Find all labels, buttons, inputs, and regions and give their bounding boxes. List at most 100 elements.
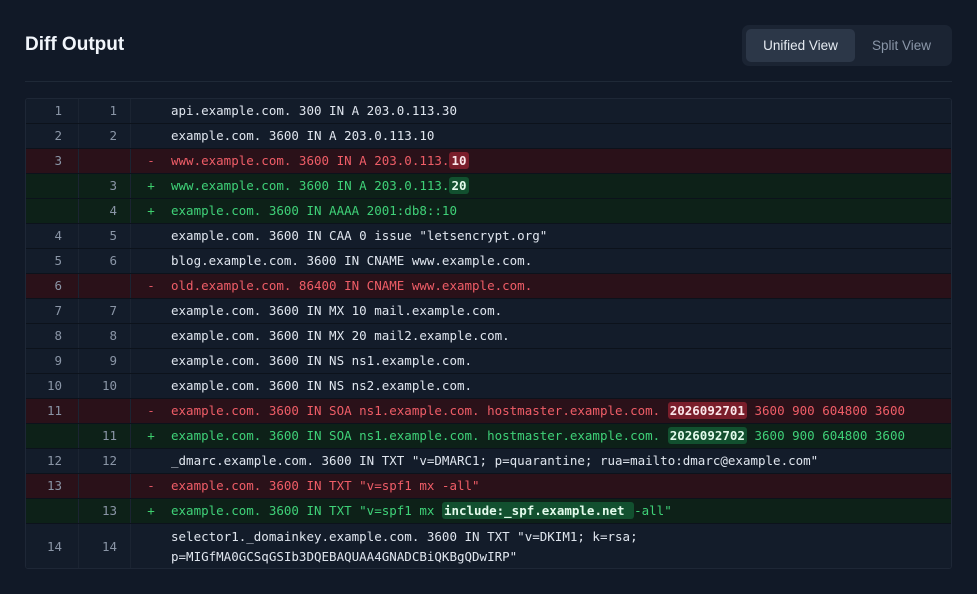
line-text: api.example.com. 300 IN A 203.0.113.30 — [171, 103, 457, 118]
new-line-number — [78, 274, 117, 298]
new-line-number: 5 — [109, 228, 117, 243]
diff-row-context: 10 10 example.com. 3600 IN NS ns2.example.… — [26, 374, 951, 399]
diff-line-text: www.example.com. 3600 IN A 203.0.113. 10 — [171, 149, 469, 173]
old-line-number: 7 — [54, 303, 62, 318]
diff-row-removed: 6 - old.example.com. 86400 IN CNAME www.ex… — [26, 274, 951, 299]
new-line-number: 7 — [109, 303, 117, 318]
diff-row-removed: 13 - example.com. 3600 IN TXT "v=spf1 mx -… — [26, 474, 951, 499]
line-text: example.com. 3600 IN NS ns1.example.com. — [171, 353, 473, 368]
diff-line-text: _dmarc.example.com. 3600 IN TXT "v=DMARC… — [171, 449, 818, 473]
diff-row-removed: 3 - www.example.com. 3600 IN A 203.0.113. 1… — [26, 149, 951, 174]
old-line-number: 3 — [54, 153, 62, 168]
gutter-divider — [130, 224, 131, 248]
old-line-number: 2 — [54, 128, 62, 143]
diff-line-text: example.com. 3600 IN NS ns1.example.com. — [171, 349, 472, 373]
old-line-number: 11 — [46, 403, 62, 418]
diff-row-added: 13 + example.com. 3600 IN TXT "v=spf1 mx i… — [26, 499, 951, 524]
diff-line-text: selector1._domainkey.example.com. 3600 I… — [171, 527, 941, 567]
gutter-divider — [130, 399, 131, 423]
removed-word-highlight: 10 — [449, 152, 469, 169]
removed-marker: - — [147, 403, 155, 418]
old-line-number — [26, 499, 62, 523]
panel-header: Diff Output Unified View Split View — [0, 0, 977, 82]
gutter-divider — [130, 124, 131, 148]
diff-row-context: 14 14 selector1._domainkey.example.com. 36… — [26, 524, 951, 568]
view-toggle: Unified View Split View — [742, 25, 952, 66]
added-marker: + — [147, 503, 155, 518]
new-line-number: 13 — [101, 503, 117, 518]
line-text: example.com. 3600 IN MX 10 mail.example.… — [171, 303, 503, 318]
unified-view-button[interactable]: Unified View — [746, 29, 855, 62]
gutter-divider — [130, 449, 131, 473]
added-marker: + — [147, 203, 155, 218]
diff-line-text: example.com. 3600 IN CAA 0 issue "letsen… — [171, 224, 547, 248]
line-text: example.com. 3600 IN TXT "v=spf1 mx — [171, 503, 442, 518]
line-text: example.com. 3600 IN TXT "v=spf1 mx -all… — [171, 478, 480, 493]
line-text-tail: 3600 900 604800 3600 — [746, 428, 906, 443]
new-line-number: 3 — [109, 178, 117, 193]
added-word-highlight: include:_spf.example.net — [441, 502, 635, 519]
diff-row-added: 11 + example.com. 3600 IN SOA ns1.example.… — [26, 424, 951, 449]
line-text-tail: -all" — [634, 503, 672, 518]
old-line-number: 9 — [54, 353, 62, 368]
diff-line-text: blog.example.com. 3600 IN CNAME www.exam… — [171, 249, 532, 273]
gutter-divider — [130, 249, 131, 273]
line-text: www.example.com. 3600 IN A 203.0.113. — [171, 153, 450, 168]
new-line-number: 12 — [101, 453, 117, 468]
line-text: example.com. 3600 IN NS ns2.example.com. — [171, 378, 473, 393]
new-line-number: 2 — [109, 128, 117, 143]
line-text: example.com. 3600 IN SOA ns1.example.com… — [171, 403, 668, 418]
diff-line-text: example.com. 3600 IN A 203.0.113.10 — [171, 124, 434, 148]
diff-row-removed: 11 - example.com. 3600 IN SOA ns1.example.… — [26, 399, 951, 424]
old-line-number: 5 — [54, 253, 62, 268]
gutter-divider — [130, 424, 131, 448]
added-marker: + — [147, 428, 155, 443]
line-text-tail: 3600 900 604800 3600 — [746, 403, 906, 418]
line-text: selector1._domainkey.example.com. 3600 I… — [171, 529, 646, 564]
split-view-button[interactable]: Split View — [855, 29, 948, 62]
gutter-divider — [130, 499, 131, 523]
old-line-number: 14 — [46, 539, 62, 554]
gutter-divider — [130, 274, 131, 298]
diff-row-added: 3 + www.example.com. 3600 IN A 203.0.113. 2… — [26, 174, 951, 199]
new-line-number: 6 — [109, 253, 117, 268]
old-line-number: 1 — [54, 103, 62, 118]
old-line-number: 4 — [54, 228, 62, 243]
gutter-divider — [130, 149, 131, 173]
old-line-number — [26, 199, 62, 223]
gutter-divider — [130, 299, 131, 323]
new-line-number — [78, 399, 117, 423]
new-line-number — [78, 149, 117, 173]
old-line-number — [26, 424, 62, 448]
diff-line-text: api.example.com. 300 IN A 203.0.113.30 — [171, 99, 457, 123]
new-line-number: 10 — [101, 378, 117, 393]
diff-row-context: 9 9 example.com. 3600 IN NS ns1.example.co… — [26, 349, 951, 374]
new-line-number: 8 — [109, 328, 117, 343]
line-text: www.example.com. 3600 IN A 203.0.113. — [171, 178, 450, 193]
gutter-divider — [130, 474, 131, 498]
diff-line-text: www.example.com. 3600 IN A 203.0.113. 20 — [171, 174, 469, 198]
diff-row-context: 12 12 _dmarc.example.com. 3600 IN TXT "v=D… — [26, 449, 951, 474]
diff-row-context: 4 5 example.com. 3600 IN CAA 0 issue "lets… — [26, 224, 951, 249]
page-title: Diff Output — [25, 34, 125, 55]
line-text: _dmarc.example.com. 3600 IN TXT "v=DMARC… — [171, 453, 819, 468]
diff-row-context: 2 2 example.com. 3600 IN A 203.0.113.10 — [26, 124, 951, 149]
removed-marker: - — [147, 478, 155, 493]
added-word-highlight: 2026092702 — [667, 427, 747, 444]
old-line-number — [26, 174, 62, 198]
new-line-number: 11 — [101, 428, 117, 443]
line-text: example.com. 3600 IN SOA ns1.example.com… — [171, 428, 668, 443]
line-text: old.example.com. 86400 IN CNAME www.exam… — [171, 278, 533, 293]
line-text: example.com. 3600 IN CAA 0 issue "letsen… — [171, 228, 548, 243]
diff-view[interactable]: 1 1 api.example.com. 300 IN A 203.0.113.30… — [25, 98, 952, 569]
diff-panel: Diff Output Unified View Split View 1 1 ap… — [0, 0, 977, 594]
gutter-divider — [130, 349, 131, 373]
gutter-divider — [130, 524, 131, 568]
diff-line-text: example.com. 3600 IN MX 20 mail2.example… — [171, 324, 510, 348]
diff-row-context: 7 7 example.com. 3600 IN MX 10 mail.exampl… — [26, 299, 951, 324]
gutter-divider — [130, 374, 131, 398]
diff-line-text: old.example.com. 86400 IN CNAME www.exam… — [171, 274, 532, 298]
new-line-number: 14 — [101, 539, 117, 554]
removed-marker: - — [147, 153, 155, 168]
line-text: example.com. 3600 IN MX 20 mail2.example… — [171, 328, 510, 343]
